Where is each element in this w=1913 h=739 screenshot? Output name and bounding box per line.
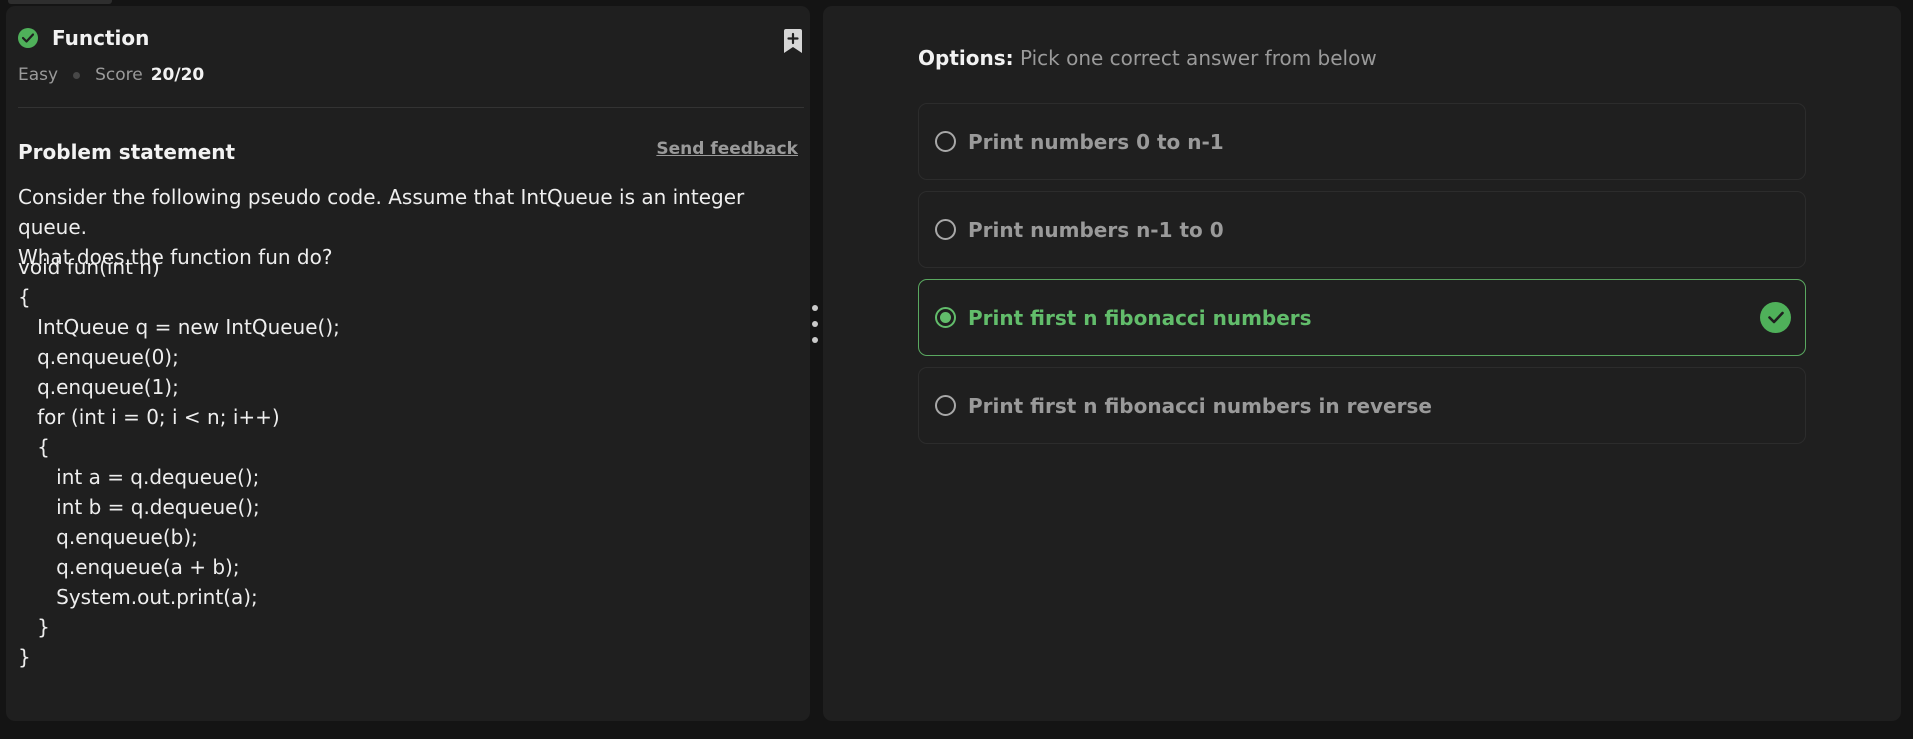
send-feedback-link[interactable]: Send feedback [656,139,798,159]
difficulty-label: Easy [18,65,59,85]
radio-icon[interactable] [935,131,956,152]
option-item-selected[interactable]: Print first n fibonacci numbers [918,279,1806,356]
code-line: { [18,435,50,459]
code-line: } [18,615,50,639]
option-label: Print numbers n-1 to 0 [968,217,1224,242]
radio-icon[interactable] [935,395,956,416]
header-divider [18,107,804,108]
code-line: q.enqueue(b); [18,525,198,549]
option-item[interactable]: Print first n fibonacci numbers in rever… [918,367,1806,444]
code-line: void fun(int n) [18,255,160,279]
options-panel: Options: Pick one correct answer from be… [823,6,1901,721]
option-label: Print numbers 0 to n-1 [968,129,1224,154]
score-value: 20/20 [150,65,205,85]
options-heading: Options: Pick one correct answer from be… [918,46,1377,70]
correct-check-icon [1760,302,1791,333]
code-line: int a = q.dequeue(); [18,465,260,489]
question-title: Function [52,26,150,50]
options-hint: Pick one correct answer from below [1019,46,1377,70]
problem-panel: Function Easy Score 20/20 Problem statem… [6,6,810,721]
options-label: Options: [918,46,1014,70]
code-line: q.enqueue(1); [18,375,179,399]
code-line: } [18,645,31,669]
problem-statement-heading: Problem statement [18,140,236,164]
code-line: q.enqueue(a + b); [18,555,240,579]
code-line: { [18,285,31,309]
code-line: q.enqueue(0); [18,345,179,369]
title-row: Function [18,24,804,52]
option-label: Print first n fibonacci numbers in rever… [968,393,1432,418]
pseudo-code-block: void fun(int n) { IntQueue q = new IntQu… [18,252,340,672]
solved-check-icon [18,28,38,48]
option-label: Print first n fibonacci numbers [968,305,1312,330]
code-line: int b = q.dequeue(); [18,495,260,519]
splitter-dot [812,337,818,343]
code-line: for (int i = 0; i < n; i++) [18,405,280,429]
top-tab-indicator [8,0,112,4]
code-line: System.out.print(a); [18,585,258,609]
code-line: IntQueue q = new IntQueue(); [18,315,340,339]
score-label: Score [95,65,143,85]
bookmark-plus-icon[interactable] [782,28,804,54]
statement-line: Consider the following pseudo code. Assu… [18,185,745,239]
question-header: Function Easy Score 20/20 [18,24,804,85]
meta-separator [73,71,81,79]
question-meta: Easy Score 20/20 [18,65,804,85]
splitter-dot [812,305,818,311]
radio-icon[interactable] [935,219,956,240]
splitter-dot [812,321,818,327]
radio-selected-icon[interactable] [935,307,956,328]
splitter-handle-icon[interactable] [811,305,819,355]
option-item[interactable]: Print numbers 0 to n-1 [918,103,1806,180]
option-item[interactable]: Print numbers n-1 to 0 [918,191,1806,268]
